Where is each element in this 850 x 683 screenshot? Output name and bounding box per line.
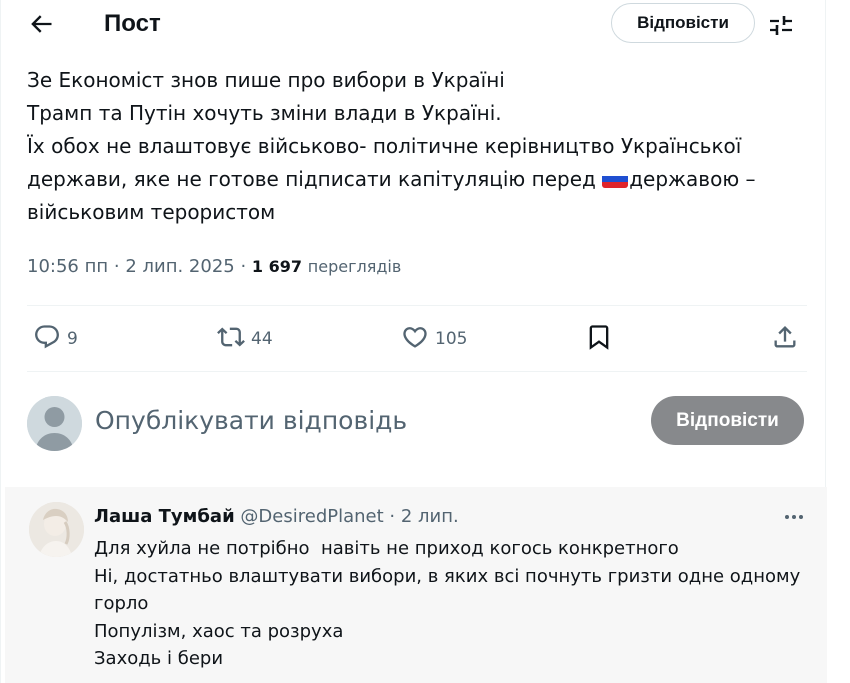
views-count: 1 697	[251, 257, 303, 276]
post-line: Трамп та Путін хочуть зміни влади в Укра…	[27, 101, 502, 125]
post-line: Зе Економіст знов пише про вибори в Укра…	[27, 68, 505, 92]
header: Пост Відповісти	[1, 0, 827, 48]
divider	[27, 371, 807, 372]
reply-header: Лаша Тумбай @DesiredPlanet · 2 лип.	[94, 505, 459, 529]
post-date[interactable]: 2 лип. 2025	[125, 256, 234, 277]
reply-item[interactable]: Лаша Тумбай @DesiredPlanet · 2 лип. Для …	[5, 487, 827, 683]
reply-line: горло	[94, 593, 149, 614]
reply-count: 9	[67, 329, 78, 349]
like-action[interactable]: 105	[401, 320, 467, 358]
reply-composer-input[interactable]: Опублікувати відповідь	[95, 404, 407, 438]
post-line: держави, яке не готове підписати капітул…	[27, 163, 807, 196]
back-arrow-icon[interactable]	[27, 10, 55, 38]
post-line-part: держави, яке не готове підписати капітул…	[27, 167, 603, 191]
page-title: Пост	[104, 10, 161, 37]
reply-submit-button[interactable]: Відповісти	[651, 396, 804, 445]
reply-date[interactable]: 2 лип.	[401, 506, 459, 527]
post-line: військовим терористом	[27, 200, 276, 224]
like-icon	[401, 323, 429, 356]
russia-flag-icon	[602, 170, 629, 188]
reply-line: Популізм, хаос та розруха	[94, 620, 344, 642]
views-label: переглядів	[307, 257, 402, 276]
meta-separator: ·	[113, 256, 126, 277]
sliders-icon[interactable]	[767, 12, 795, 38]
reply-text: Для хуйла не потрібно навіть не приход к…	[94, 535, 804, 673]
more-icon[interactable]	[781, 505, 807, 529]
post-meta: 10:56 пп · 2 лип. 2025 · 1 697 перегляді…	[27, 255, 401, 279]
reply-header-button[interactable]: Відповісти	[611, 3, 755, 43]
reply-author-name[interactable]: Лаша Тумбай	[94, 506, 235, 527]
share-icon	[771, 323, 799, 356]
post-line: Їх обох не влаштовує військово- політичн…	[27, 134, 742, 158]
divider	[27, 305, 807, 306]
post-column: Пост Відповісти Зе Економіст знов пише п…	[0, 0, 827, 683]
repost-count: 44	[251, 329, 273, 349]
post-time[interactable]: 10:56 пп	[27, 256, 108, 277]
reply-line: Заходь і бери	[94, 648, 224, 669]
reply-line: Для хуйла не потрібно навіть не приход к…	[94, 538, 679, 559]
reply-action[interactable]: 9	[33, 320, 78, 358]
action-bar: 9 44 105	[27, 320, 807, 358]
repost-action[interactable]: 44	[217, 320, 273, 358]
bookmark-icon	[585, 323, 613, 356]
avatar[interactable]	[29, 502, 84, 557]
post-text: Зе Економіст знов пише про вибори в Укра…	[27, 64, 807, 229]
like-count: 105	[435, 329, 468, 349]
reply-line: Ні, достатньо влаштувати вибори, в яких …	[94, 565, 801, 587]
meta-separator: ·	[240, 256, 252, 277]
avatar[interactable]	[27, 396, 82, 451]
repost-icon	[217, 323, 245, 356]
post-line-part: державою –	[629, 167, 756, 191]
reply-author-handle[interactable]: @DesiredPlanet	[240, 506, 383, 527]
meta-separator: ·	[389, 506, 401, 527]
bookmark-action[interactable]	[585, 320, 613, 358]
share-action[interactable]	[771, 320, 799, 358]
reply-icon	[33, 323, 61, 356]
